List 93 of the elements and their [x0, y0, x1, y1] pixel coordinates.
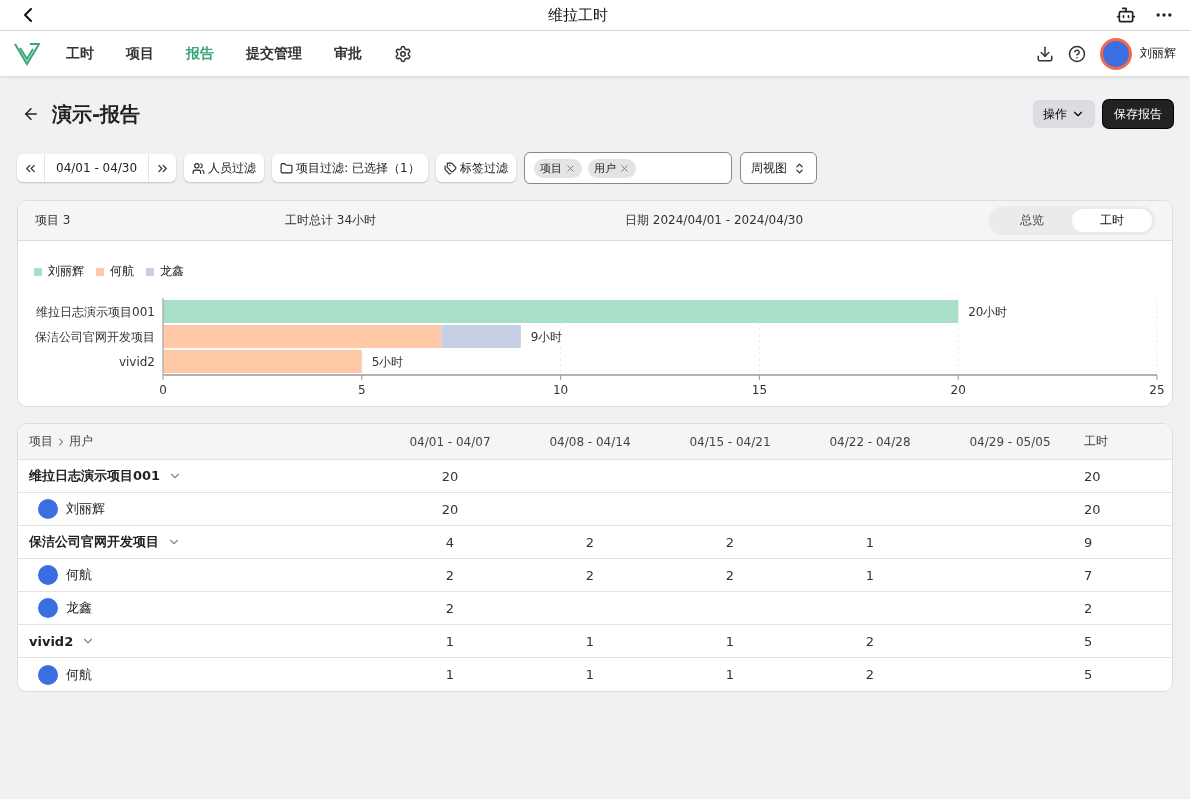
nav-tab[interactable]: 提交管理 [246, 44, 302, 63]
table-cell-text: 2 [444, 600, 456, 616]
download-icon[interactable] [1036, 44, 1054, 63]
date-range: 日期 2024/04/01 - 2024/04/30 [625, 212, 805, 229]
table-cell-text: 1 [724, 667, 736, 682]
table-cell-text: 2 [864, 667, 876, 682]
save-button[interactable]: 保存报告 [1103, 100, 1173, 128]
user-name: 刘丽辉 [1140, 45, 1176, 62]
view-tab[interactable]: 总览 [992, 209, 1072, 232]
table-cell-text: 1 [444, 633, 456, 649]
table-cell-text: 20 [1083, 468, 1102, 484]
nav-tab[interactable]: 工时 [66, 44, 94, 63]
table-cell-text: 2 [724, 567, 736, 583]
help-icon[interactable] [1068, 44, 1086, 63]
column-header: 项目 [29, 433, 53, 450]
group-chip[interactable]: 项目 [533, 158, 582, 178]
project-name: 保洁公司官网开发项目 [29, 533, 159, 551]
legend-label: 刘丽辉 [48, 263, 84, 280]
table-cell-text: 7 [1083, 567, 1094, 583]
tick-label: 5 [358, 383, 366, 396]
tick-label: 0 [159, 383, 167, 396]
people-filter-button[interactable]: 人员过滤 [184, 154, 265, 182]
column-header: 04/01 - 04/07 [409, 434, 491, 449]
project-name: 维拉日志演示项目001 [29, 467, 161, 485]
settings-icon[interactable] [394, 44, 412, 63]
table-cell-text: 2 [1083, 600, 1094, 616]
tick-label: 15 [751, 383, 768, 396]
value-label: 20小时 [968, 305, 1008, 319]
avatar [38, 565, 58, 585]
table-cell-text: 5 [1083, 667, 1094, 682]
tick-label: 25 [1149, 383, 1165, 396]
user-name: 何航 [66, 566, 92, 584]
project-filter-button[interactable]: 项目过滤: 已选择（1） [272, 154, 428, 182]
tag-icon [443, 161, 457, 175]
category-label: 保洁公司官网开发项目 [35, 330, 155, 344]
avatar [38, 664, 58, 685]
column-header: 用户 [69, 433, 93, 450]
table-cell-text: 1 [864, 567, 876, 583]
table-cell-text: 2 [444, 567, 456, 583]
user-name: 何航 [66, 665, 92, 684]
tick-label: 10 [552, 383, 569, 396]
total-hours: 工时总计 34小时 [285, 212, 378, 229]
nav-tab[interactable]: 项目 [126, 44, 154, 63]
app-title: 维拉工时 [548, 5, 608, 25]
table-cell-text: 1 [444, 667, 456, 682]
table-cell-text: 2 [724, 534, 736, 550]
category-label: 维拉日志演示项目001 [36, 305, 155, 319]
column-header: 04/22 - 04/28 [829, 434, 911, 449]
table-cell-text: 2 [584, 567, 596, 583]
close-icon[interactable] [618, 162, 630, 174]
robot-icon[interactable] [1116, 5, 1136, 25]
view-select[interactable]: 周视图 [739, 152, 817, 184]
user-name: 刘丽辉 [66, 500, 105, 518]
group-chip[interactable]: 用户 [587, 158, 636, 178]
table-cell-text: 1 [864, 534, 876, 550]
table-cell-text: 4 [444, 534, 456, 550]
category-label: vivid2 [118, 355, 155, 369]
view-tab[interactable]: 工时 [1072, 209, 1152, 232]
legend-label: 龙鑫 [160, 263, 184, 280]
table-cell-text: 1 [584, 667, 596, 682]
table-cell-text: 1 [584, 633, 596, 649]
tag-filter-button[interactable]: 标签过滤 [435, 154, 516, 182]
page-title: 演示-报告 [52, 100, 141, 128]
column-header: 04/08 - 04/14 [549, 434, 631, 449]
people-icon [192, 161, 206, 175]
table-cell-text: 2 [584, 534, 596, 550]
avatar [38, 499, 58, 519]
logo [14, 41, 40, 66]
value-label: 9小时 [530, 330, 563, 344]
value-label: 5小时 [371, 355, 404, 369]
table-cell-text: 20 [1083, 501, 1102, 517]
legend-label: 何航 [110, 263, 134, 280]
group-by-field[interactable]: 项目 用户 [523, 152, 732, 184]
table-cell-text: 2 [864, 633, 876, 649]
avatar [38, 598, 58, 618]
table-cell-text: 5 [1083, 633, 1094, 649]
project-count: 项目 3 [35, 212, 72, 229]
table-cell-text: 20 [440, 501, 460, 517]
table-cell-text: 1 [724, 633, 736, 649]
avatar[interactable] [1100, 37, 1132, 70]
actions-button[interactable]: 操作 [1033, 100, 1095, 128]
column-header: 04/29 - 05/05 [969, 434, 1051, 449]
tick-label: 20 [950, 383, 966, 396]
table-cell-text: 9 [1083, 534, 1094, 550]
column-header: 04/15 - 04/21 [689, 434, 771, 449]
folder-icon [280, 161, 294, 175]
table-cell-text: 20 [440, 468, 460, 484]
user-name: 龙鑫 [66, 599, 92, 617]
column-header: 工时 [1084, 433, 1108, 450]
close-icon[interactable] [564, 162, 576, 174]
date-range[interactable]: 04/01 - 04/30 [44, 154, 150, 182]
nav-tab[interactable]: 审批 [334, 44, 362, 63]
project-name: vivid2 [29, 633, 74, 649]
